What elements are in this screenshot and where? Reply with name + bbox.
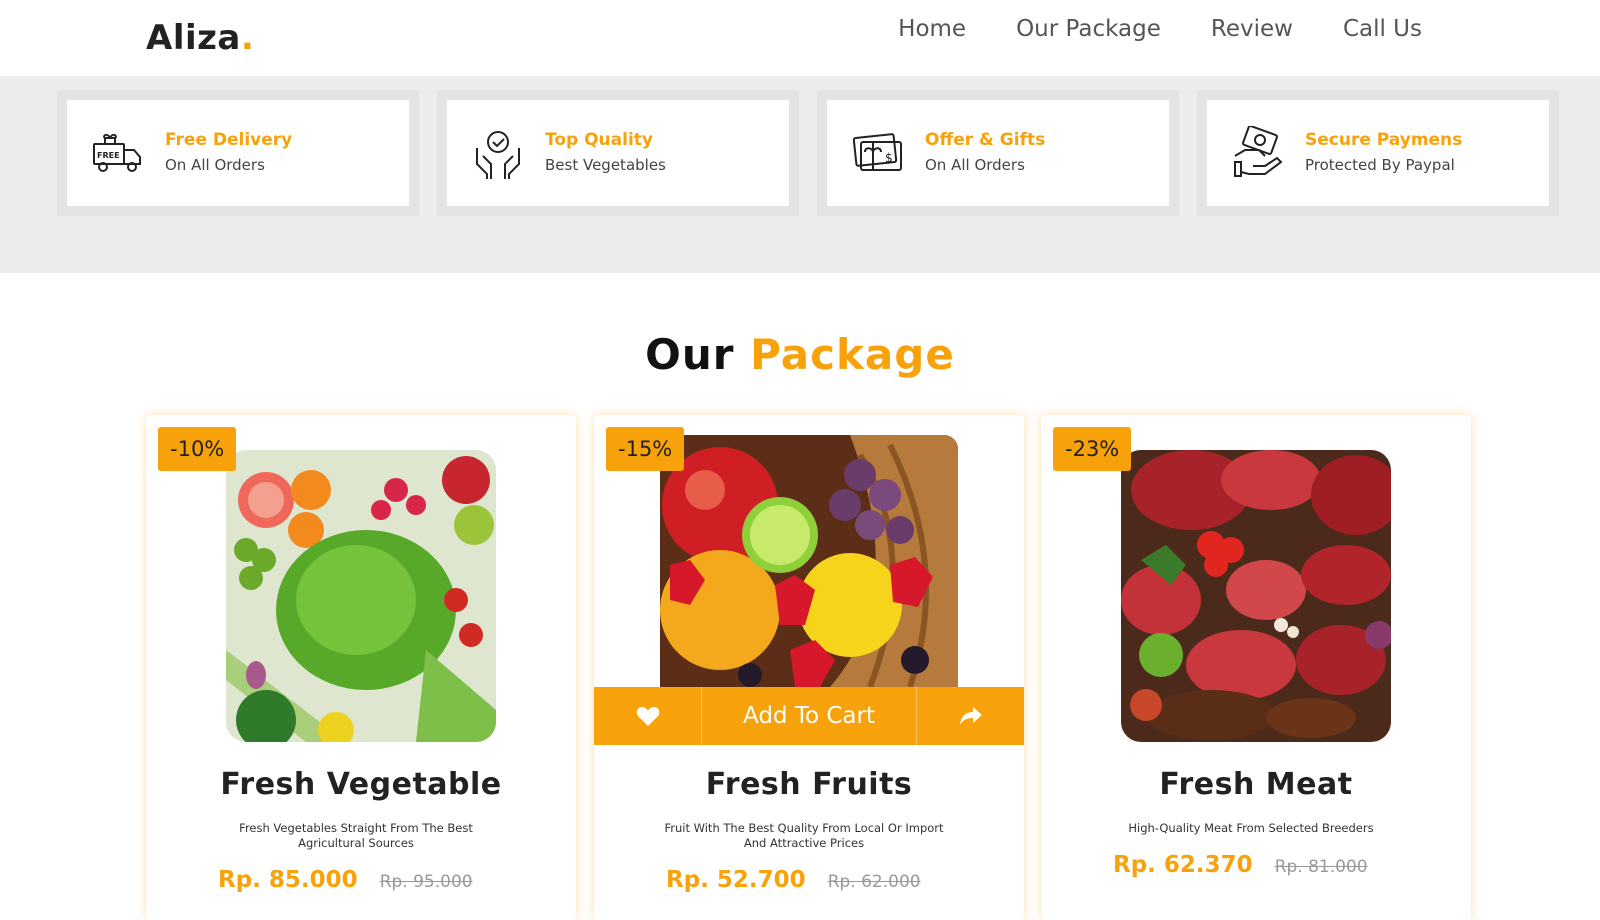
product-name: Fresh Meat [1159,767,1353,802]
discount-badge: -15% [606,427,685,471]
svg-text:FREE: FREE [97,151,120,160]
product-name: Fresh Fruits [705,767,913,802]
share-icon [959,707,982,725]
section-title-plain: Our [645,330,735,379]
features-band: FREE Free Delivery On All Orders Top Qua… [0,76,1600,273]
gift-card-icon: $ [852,133,902,171]
vegetable-image [226,450,496,742]
discount-badge: -23% [1053,427,1132,471]
current-price: Rp. 62.370 [1113,852,1253,878]
product-card-meat[interactable]: -23% Fresh Meat High-Quality Meat From S… [1041,415,1471,920]
product-description: Fruit With The Best Quality From Local O… [664,821,944,850]
product-card-vegetable[interactable]: -10% Fresh Vegetable Fresh Vegetables St… [146,415,576,920]
header: Aliza. Home Our Package Review Call Us [0,0,1600,76]
section-title-accent: Package [750,330,955,379]
old-price: Rp. 81.000 [1274,857,1368,877]
nav-home[interactable]: Home [898,16,966,42]
feature-offer-gifts: $ Offer & Gifts On All Orders [817,90,1179,216]
wishlist-button[interactable] [594,687,701,745]
secure-payment-icon [1234,126,1283,177]
discount-badge: -10% [158,427,237,471]
feature-subtitle: On All Orders [165,156,265,174]
feature-top-quality: Top Quality Best Vegetables [437,90,799,216]
product-price: Rp. 62.370 Rp. 81.000 [1113,852,1368,878]
product-description: Fresh Vegetables Straight From The Best … [239,821,473,850]
current-price: Rp. 85.000 [218,867,358,893]
feature-subtitle: On All Orders [925,156,1025,174]
meat-image [1121,450,1391,742]
product-description: High-Quality Meat From Selected Breeders [1128,821,1374,835]
feature-secure-payments: Secure Paymens Protected By Paypal [1197,90,1559,216]
feature-subtitle: Best Vegetables [545,156,666,174]
quality-badge-icon [476,131,520,179]
feature-title: Offer & Gifts [925,130,1046,150]
feature-subtitle: Protected By Paypal [1305,156,1455,174]
add-to-cart-button[interactable]: Add To Cart [701,687,917,745]
logo[interactable]: Aliza. [146,18,254,58]
fruits-image [660,435,958,687]
heart-icon [636,706,659,726]
section-title: Our Package [0,330,1600,379]
logo-text: Aliza [146,18,241,58]
old-price: Rp. 95.000 [379,872,473,892]
feature-title: Free Delivery [165,130,293,150]
logo-dot: . [240,18,255,58]
nav-our-package[interactable]: Our Package [1016,16,1161,42]
nav-review[interactable]: Review [1211,16,1293,42]
main-nav: Home Our Package Review Call Us [898,16,1422,42]
cart-action-bar: Add To Cart [594,687,1024,745]
product-price: Rp. 52.700 Rp. 62.000 [666,867,921,893]
feature-title: Top Quality [545,130,653,150]
product-price: Rp. 85.000 Rp. 95.000 [218,867,473,893]
delivery-truck-icon: FREE [93,133,141,172]
nav-call-us[interactable]: Call Us [1343,16,1422,42]
product-card-fruits[interactable]: -15% Add To Cart Fresh Fruits Fruit With… [594,415,1024,920]
feature-free-delivery: FREE Free Delivery On All Orders [57,90,419,216]
product-name: Fresh Vegetable [220,767,502,802]
current-price: Rp. 52.700 [666,867,806,893]
old-price: Rp. 62.000 [827,872,921,892]
svg-text:$: $ [885,151,893,165]
share-button[interactable] [917,687,1024,745]
feature-title: Secure Paymens [1305,130,1463,150]
